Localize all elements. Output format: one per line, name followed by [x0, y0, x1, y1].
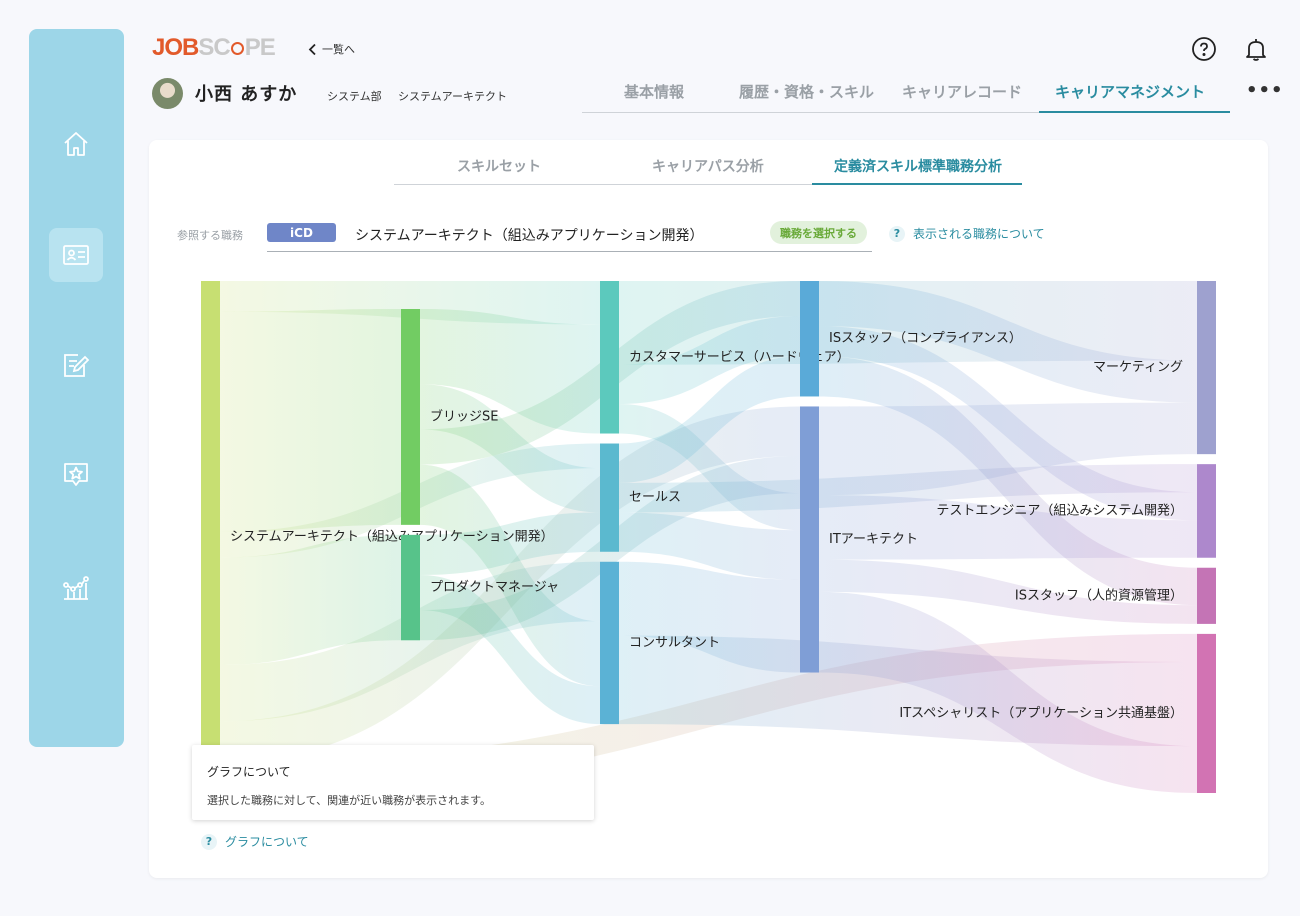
- jobscope-logo[interactable]: JOB SC PE: [152, 34, 276, 61]
- sidebar-item-profile[interactable]: [49, 228, 103, 282]
- back-label: 一覧へ: [322, 43, 355, 56]
- sidebar-item-skills[interactable]: [49, 448, 103, 502]
- tab-basic-info[interactable]: 基本情報: [624, 81, 684, 102]
- sankey-node-te[interactable]: [1197, 464, 1216, 558]
- avatar: [152, 78, 183, 109]
- analytics-icon: [63, 576, 89, 600]
- logo-text-pe: PE: [244, 34, 276, 61]
- active-tab-indicator: [1039, 111, 1230, 113]
- sankey-label-cons: コンサルタント: [629, 635, 720, 650]
- sankey-label-ishr: ISスタッフ（人的資源管理）: [1015, 587, 1183, 603]
- sankey-node-pm[interactable]: [401, 534, 420, 641]
- tab-history-skills[interactable]: 履歴・資格・スキル: [739, 81, 874, 102]
- back-link[interactable]: 一覧へ: [307, 41, 355, 57]
- sankey-label-bse: ブリッジSE: [430, 408, 498, 424]
- sankey-label-itsp: ITスペシャリスト（アプリケーション共通基盤）: [899, 706, 1183, 721]
- bell-icon[interactable]: [1243, 36, 1269, 62]
- sankey-label-ita: ITアーキテクト: [829, 532, 918, 547]
- profile-card-icon: [63, 245, 89, 265]
- sidebar-item-analytics[interactable]: [49, 560, 103, 614]
- sidebar-item-home[interactable]: [49, 117, 103, 171]
- sankey-label-sales: セールス: [629, 490, 681, 505]
- sidebar-item-records[interactable]: [49, 338, 103, 392]
- logo-dot: [230, 41, 244, 55]
- sankey-label-iss: ISスタッフ（コンプライアンス）: [829, 331, 1022, 346]
- star-badge-icon: [64, 463, 88, 486]
- question-circle-icon[interactable]: [1191, 36, 1217, 62]
- sankey-link-sa-bse: [220, 309, 401, 532]
- main-tabs: 基本情報 履歴・資格・スキル キャリアレコード キャリアマネジメント: [582, 72, 1230, 113]
- user-name: 小西 あすか: [195, 84, 298, 105]
- user-role: システムアーキテクト: [398, 90, 508, 103]
- sankey-node-itsp[interactable]: [1197, 633, 1216, 793]
- sankey-node-ishr[interactable]: [1197, 567, 1216, 624]
- graph-help-link[interactable]: ? グラフについて: [201, 833, 309, 850]
- logo-text-sc: SC: [198, 34, 230, 61]
- graph-tooltip: グラフについて 選択した職務に対して、関連が近い職務が表示されます。: [192, 745, 594, 820]
- sankey-node-mkt[interactable]: [1197, 281, 1216, 455]
- top-icons: [1191, 36, 1269, 62]
- sankey-label-pm: プロダクトマネージャ: [430, 580, 559, 595]
- sankey-node-iss[interactable]: [800, 281, 819, 397]
- home-icon: [64, 132, 88, 156]
- more-menu-button[interactable]: •••: [1246, 80, 1284, 101]
- analysis-card: スキルセット キャリアパス分析 定義済スキル標準職務分析 参照する職務 iCD …: [149, 140, 1268, 878]
- sidebar: [29, 29, 124, 747]
- graph-help-link-label: グラフについて: [225, 835, 309, 849]
- sankey-node-sales[interactable]: [600, 443, 619, 552]
- sankey-label-mkt: マーケティング: [1093, 360, 1183, 375]
- tab-career-management[interactable]: キャリアマネジメント: [1055, 81, 1205, 102]
- sankey-label-sa: システムアーキテクト（組込みアプリケーション開発）: [230, 530, 554, 545]
- tab-career-record[interactable]: キャリアレコード: [902, 81, 1022, 102]
- tooltip-title: グラフについて: [207, 765, 291, 779]
- sankey-node-cs[interactable]: [600, 281, 619, 434]
- sankey-label-te: テストエンジニア（組込みシステム開発）: [936, 503, 1183, 518]
- sankey-node-bse[interactable]: [401, 309, 420, 525]
- logo-text-job: JOB: [152, 34, 199, 61]
- user-department: システム部: [327, 90, 382, 103]
- sankey-node-sa[interactable]: [201, 281, 220, 793]
- question-icon: ?: [201, 833, 217, 850]
- chevron-left-icon: [308, 43, 316, 55]
- sankey-node-ita[interactable]: [800, 406, 819, 673]
- edit-document-icon: [64, 354, 90, 377]
- tooltip-body: 選択した職務に対して、関連が近い職務が表示されます。: [207, 794, 492, 807]
- sankey-node-cons[interactable]: [600, 561, 619, 725]
